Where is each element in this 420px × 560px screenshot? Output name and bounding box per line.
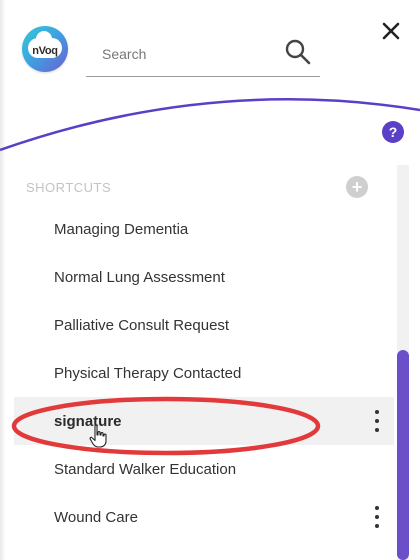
list-item[interactable]: Standard Walker Education [14,445,394,493]
shortcuts-list: Managing Dementia Normal Lung Assessment… [14,205,394,541]
list-item-label: Standard Walker Education [54,460,237,478]
more-options-icon[interactable] [374,506,380,528]
search-icon[interactable] [284,38,312,66]
search-bar [86,36,320,77]
help-icon[interactable]: ? [382,121,404,143]
list-item[interactable]: Normal Lung Assessment [14,253,394,301]
header-divider-arc [0,98,420,152]
list-item[interactable]: Wound Care [14,493,394,541]
list-item-signature[interactable]: signature [14,397,394,445]
panel-left-edge [0,0,6,560]
scrollbar-thumb[interactable] [397,350,409,560]
add-shortcut-icon[interactable]: + [346,176,368,198]
list-item-label: Physical Therapy Contacted [54,364,242,382]
list-item-label: Wound Care [54,508,138,526]
nvoq-logo: nVoq [22,26,68,72]
logo-text: nVoq [32,45,58,57]
more-options-icon[interactable] [374,410,380,432]
list-item[interactable]: Managing Dementia [14,205,394,253]
list-item[interactable]: Palliative Consult Request [14,301,394,349]
shortcuts-section-label: SHORTCUTS [26,180,112,195]
list-item-label: Palliative Consult Request [54,316,230,334]
list-item-label: Managing Dementia [54,220,189,238]
search-input[interactable] [100,42,284,66]
list-item-label: Normal Lung Assessment [54,268,225,286]
list-item[interactable]: Physical Therapy Contacted [14,349,394,397]
shortcuts-panel: nVoq ? SHORTCUTS + Managing Dementia Nor… [0,0,420,560]
close-icon[interactable] [380,20,402,42]
list-item-label: signature [54,412,122,430]
